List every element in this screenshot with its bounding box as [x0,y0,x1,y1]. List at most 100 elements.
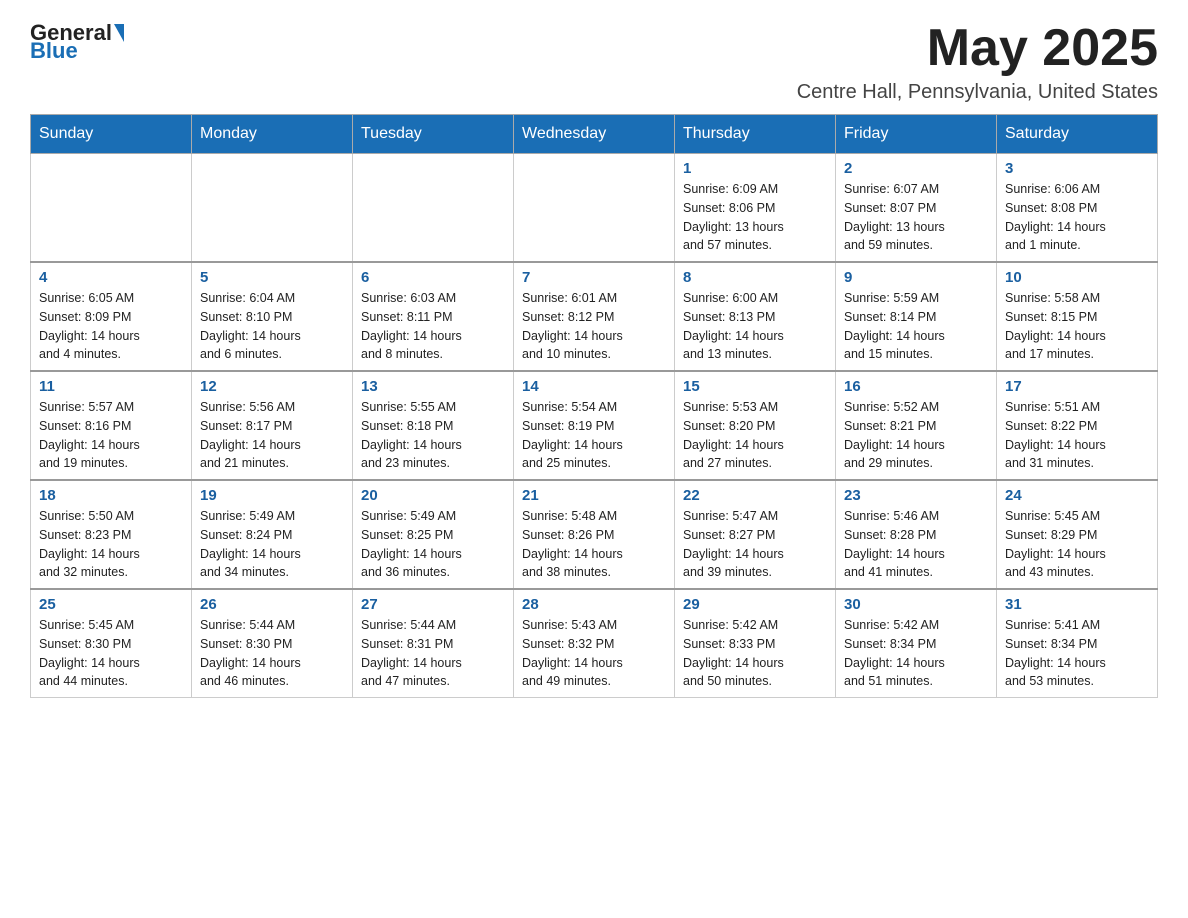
calendar-table: SundayMondayTuesdayWednesdayThursdayFrid… [30,114,1158,698]
calendar-day-header: Wednesday [514,115,675,154]
table-row: 16 Sunrise: 5:52 AMSunset: 8:21 PMDayligh… [836,371,997,480]
day-number: 13 [361,378,505,395]
page-header: General Blue May 2025 Centre Hall, Penns… [30,20,1158,104]
day-info: Sunrise: 5:45 AMSunset: 8:30 PMDaylight:… [39,616,183,691]
logo: General Blue [30,20,126,64]
day-number: 16 [844,378,988,395]
table-row: 8Sunrise: 6:00 AMSunset: 8:13 PMDaylight… [675,262,836,371]
day-info: Sunrise: 5:46 AMSunset: 8:28 PMDaylight:… [844,507,988,582]
day-number: 2 [844,160,988,177]
day-number: 22 [683,487,827,504]
day-info: Sunrise: 5:55 AMSunset: 8:18 PMDaylight:… [361,398,505,473]
day-info: Sunrise: 5:58 AMSunset: 8:15 PMDaylight:… [1005,289,1149,364]
table-row [514,154,675,263]
day-info: Sunrise: 5:42 AMSunset: 8:34 PMDaylight:… [844,616,988,691]
day-info: Sunrise: 5:44 AMSunset: 8:31 PMDaylight:… [361,616,505,691]
day-number: 29 [683,596,827,613]
day-number: 4 [39,269,183,286]
day-info: Sunrise: 5:42 AMSunset: 8:33 PMDaylight:… [683,616,827,691]
day-info: Sunrise: 5:50 AMSunset: 8:23 PMDaylight:… [39,507,183,582]
day-info: Sunrise: 6:01 AMSunset: 8:12 PMDaylight:… [522,289,666,364]
day-info: Sunrise: 5:57 AMSunset: 8:16 PMDaylight:… [39,398,183,473]
day-number: 23 [844,487,988,504]
day-info: Sunrise: 5:56 AMSunset: 8:17 PMDaylight:… [200,398,344,473]
table-row: 23 Sunrise: 5:46 AMSunset: 8:28 PMDayligh… [836,480,997,589]
day-info: Sunrise: 6:00 AMSunset: 8:13 PMDaylight:… [683,289,827,364]
day-number: 31 [1005,596,1149,613]
calendar-day-header: Friday [836,115,997,154]
table-row: 4Sunrise: 6:05 AMSunset: 8:09 PMDaylight… [31,262,192,371]
table-row: 13 Sunrise: 5:55 AMSunset: 8:18 PMDayligh… [353,371,514,480]
day-info: Sunrise: 6:09 AMSunset: 8:06 PMDaylight:… [683,180,827,255]
table-row [353,154,514,263]
title-area: May 2025 Centre Hall, Pennsylvania, Unit… [797,20,1158,104]
table-row [31,154,192,263]
table-row: 2 Sunrise: 6:07 AMSunset: 8:07 PMDaylight… [836,154,997,263]
day-info: Sunrise: 6:03 AMSunset: 8:11 PMDaylight:… [361,289,505,364]
day-info: Sunrise: 5:53 AMSunset: 8:20 PMDaylight:… [683,398,827,473]
day-number: 25 [39,596,183,613]
table-row: 7 Sunrise: 6:01 AMSunset: 8:12 PMDaylight… [514,262,675,371]
table-row: 3 Sunrise: 6:06 AMSunset: 8:08 PMDaylight… [997,154,1158,263]
day-number: 9 [844,269,988,286]
table-row: 20 Sunrise: 5:49 AMSunset: 8:25 PMDayligh… [353,480,514,589]
table-row: 11 Sunrise: 5:57 AMSunset: 8:16 PMDayligh… [31,371,192,480]
table-row: 25 Sunrise: 5:45 AMSunset: 8:30 PMDayligh… [31,589,192,698]
calendar-week-row: 25 Sunrise: 5:45 AMSunset: 8:30 PMDayligh… [31,589,1158,698]
table-row: 18 Sunrise: 5:50 AMSunset: 8:23 PMDayligh… [31,480,192,589]
table-row: 1 Sunrise: 6:09 AMSunset: 8:06 PMDaylight… [675,154,836,263]
day-number: 26 [200,596,344,613]
day-info: Sunrise: 6:04 AMSunset: 8:10 PMDaylight:… [200,289,344,364]
day-info: Sunrise: 5:52 AMSunset: 8:21 PMDaylight:… [844,398,988,473]
table-row: 21 Sunrise: 5:48 AMSunset: 8:26 PMDayligh… [514,480,675,589]
day-info: Sunrise: 5:48 AMSunset: 8:26 PMDaylight:… [522,507,666,582]
table-row: 6 Sunrise: 6:03 AMSunset: 8:11 PMDaylight… [353,262,514,371]
day-info: Sunrise: 5:54 AMSunset: 8:19 PMDaylight:… [522,398,666,473]
day-number: 7 [522,269,666,286]
table-row: 14Sunrise: 5:54 AMSunset: 8:19 PMDayligh… [514,371,675,480]
day-number: 17 [1005,378,1149,395]
day-info: Sunrise: 6:07 AMSunset: 8:07 PMDaylight:… [844,180,988,255]
day-number: 15 [683,378,827,395]
day-info: Sunrise: 5:59 AMSunset: 8:14 PMDaylight:… [844,289,988,364]
day-number: 19 [200,487,344,504]
table-row: 9 Sunrise: 5:59 AMSunset: 8:14 PMDaylight… [836,262,997,371]
day-info: Sunrise: 5:47 AMSunset: 8:27 PMDaylight:… [683,507,827,582]
logo-blue-text: Blue [30,38,78,63]
table-row: 29 Sunrise: 5:42 AMSunset: 8:33 PMDayligh… [675,589,836,698]
table-row: 27 Sunrise: 5:44 AMSunset: 8:31 PMDayligh… [353,589,514,698]
day-number: 1 [683,160,827,177]
table-row: 10 Sunrise: 5:58 AMSunset: 8:15 PMDayligh… [997,262,1158,371]
day-number: 20 [361,487,505,504]
calendar-header-row: SundayMondayTuesdayWednesdayThursdayFrid… [31,115,1158,154]
table-row: 28Sunrise: 5:43 AMSunset: 8:32 PMDayligh… [514,589,675,698]
calendar-day-header: Thursday [675,115,836,154]
table-row: 19 Sunrise: 5:49 AMSunset: 8:24 PMDayligh… [192,480,353,589]
day-number: 18 [39,487,183,504]
table-row: 17 Sunrise: 5:51 AMSunset: 8:22 PMDayligh… [997,371,1158,480]
day-number: 5 [200,269,344,286]
table-row [192,154,353,263]
table-row: 15 Sunrise: 5:53 AMSunset: 8:20 PMDayligh… [675,371,836,480]
day-info: Sunrise: 5:44 AMSunset: 8:30 PMDaylight:… [200,616,344,691]
day-info: Sunrise: 5:51 AMSunset: 8:22 PMDaylight:… [1005,398,1149,473]
calendar-day-header: Tuesday [353,115,514,154]
calendar-week-row: 1 Sunrise: 6:09 AMSunset: 8:06 PMDaylight… [31,154,1158,263]
day-info: Sunrise: 6:06 AMSunset: 8:08 PMDaylight:… [1005,180,1149,255]
day-number: 21 [522,487,666,504]
day-number: 27 [361,596,505,613]
calendar-week-row: 11 Sunrise: 5:57 AMSunset: 8:16 PMDayligh… [31,371,1158,480]
day-number: 3 [1005,160,1149,177]
day-number: 10 [1005,269,1149,286]
day-number: 28 [522,596,666,613]
day-number: 30 [844,596,988,613]
calendar-week-row: 18 Sunrise: 5:50 AMSunset: 8:23 PMDayligh… [31,480,1158,589]
location-title: Centre Hall, Pennsylvania, United States [797,81,1158,104]
day-info: Sunrise: 5:49 AMSunset: 8:24 PMDaylight:… [200,507,344,582]
table-row: 12Sunrise: 5:56 AMSunset: 8:17 PMDayligh… [192,371,353,480]
day-number: 6 [361,269,505,286]
day-number: 11 [39,378,183,395]
day-number: 24 [1005,487,1149,504]
table-row: 22 Sunrise: 5:47 AMSunset: 8:27 PMDayligh… [675,480,836,589]
day-info: Sunrise: 5:49 AMSunset: 8:25 PMDaylight:… [361,507,505,582]
